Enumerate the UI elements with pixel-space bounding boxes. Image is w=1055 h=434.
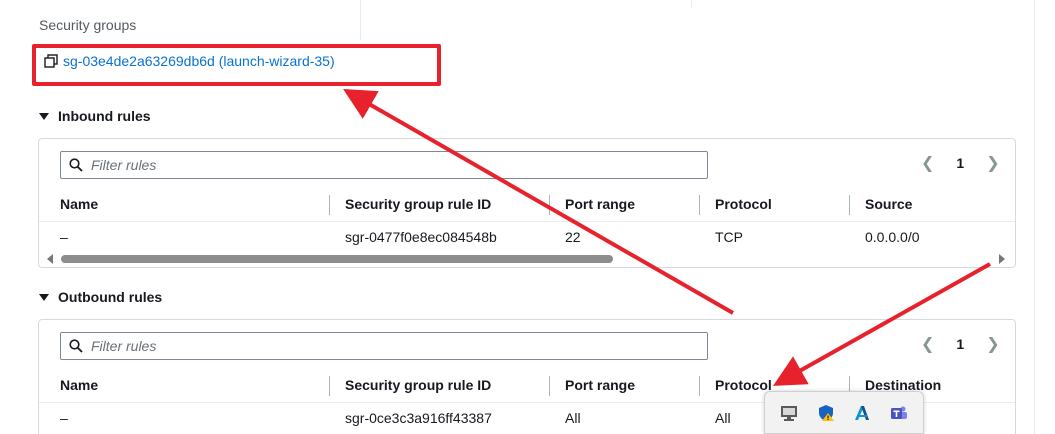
chevron-right-icon[interactable]: ❯ xyxy=(986,334,999,354)
column-divider xyxy=(691,0,692,8)
outbound-filter-input[interactable] xyxy=(91,338,671,354)
column-header-name[interactable]: Name xyxy=(60,196,98,212)
column-header-protocol[interactable]: Protocol xyxy=(715,377,772,393)
inbound-filter-input[interactable] xyxy=(91,157,671,173)
column-header-rule-id[interactable]: Security group rule ID xyxy=(345,196,491,212)
inbound-rules-panel: ❮ 1 ❯ Name Security group rule ID Port r… xyxy=(38,138,1016,268)
security-groups-label: Security groups xyxy=(39,17,137,33)
inbound-pagination: ❮ 1 ❯ xyxy=(921,153,1000,173)
system-tray-popup xyxy=(764,391,924,434)
column-header-protocol[interactable]: Protocol xyxy=(715,196,772,212)
column-divider[interactable] xyxy=(329,195,330,215)
display-icon[interactable] xyxy=(778,402,800,424)
chevron-right-icon[interactable]: ❯ xyxy=(986,153,999,173)
autodesk-icon[interactable] xyxy=(851,402,873,424)
page-number[interactable]: 1 xyxy=(956,336,964,352)
outbound-filter-box[interactable] xyxy=(60,332,708,360)
cell-protocol: TCP xyxy=(715,229,743,245)
column-header-port-range[interactable]: Port range xyxy=(565,377,635,393)
cell-port-range: All xyxy=(565,410,581,426)
defender-shield-icon[interactable] xyxy=(815,402,837,424)
cell-protocol: All xyxy=(715,410,731,426)
cell-rule-id: sgr-0ce3c3a916ff43387 xyxy=(345,410,492,426)
inbound-rules-header[interactable]: Inbound rules xyxy=(39,108,151,124)
column-divider[interactable] xyxy=(699,195,700,215)
cell-port-range: 22 xyxy=(565,229,581,245)
chevron-left-icon[interactable]: ❮ xyxy=(921,153,934,173)
column-divider xyxy=(1034,0,1035,434)
inbound-table-header: Name Security group rule ID Port range P… xyxy=(39,188,1015,222)
scrollbar-thumb[interactable] xyxy=(61,255,613,263)
caret-down-icon xyxy=(39,112,49,120)
security-group-link-text[interactable]: sg-03e4de2a63269db6d (launch-wizard-35) xyxy=(63,53,335,69)
cell-source: 0.0.0.0/0 xyxy=(865,229,920,245)
column-divider[interactable] xyxy=(549,376,550,396)
column-header-source[interactable]: Source xyxy=(865,196,912,212)
inbound-rules-title: Inbound rules xyxy=(58,108,151,124)
cell-name: – xyxy=(60,410,68,426)
page-number[interactable]: 1 xyxy=(956,155,964,171)
column-header-name[interactable]: Name xyxy=(60,377,98,393)
column-divider[interactable] xyxy=(549,195,550,215)
search-icon xyxy=(69,158,83,172)
column-header-port-range[interactable]: Port range xyxy=(565,196,635,212)
column-divider[interactable] xyxy=(329,376,330,396)
security-group-link[interactable]: sg-03e4de2a63269db6d (launch-wizard-35) xyxy=(44,53,335,69)
search-icon xyxy=(69,339,83,353)
outbound-pagination: ❮ 1 ❯ xyxy=(921,334,1000,354)
column-header-rule-id[interactable]: Security group rule ID xyxy=(345,377,491,393)
outbound-rules-title: Outbound rules xyxy=(58,289,163,305)
column-divider xyxy=(360,0,361,40)
scroll-left-arrow-icon[interactable] xyxy=(47,254,53,264)
copy-icon[interactable] xyxy=(44,54,58,68)
caret-down-icon xyxy=(39,293,49,301)
horizontal-scrollbar[interactable] xyxy=(39,252,1015,266)
cell-rule-id: sgr-0477f0e8ec084548b xyxy=(345,229,497,245)
cell-name: – xyxy=(60,229,68,245)
inbound-filter-box[interactable] xyxy=(60,151,708,179)
chevron-left-icon[interactable]: ❮ xyxy=(921,334,934,354)
scroll-right-arrow-icon[interactable] xyxy=(999,254,1005,264)
teams-icon[interactable] xyxy=(888,402,910,424)
column-divider[interactable] xyxy=(699,376,700,396)
column-divider[interactable] xyxy=(849,195,850,215)
outbound-rules-header[interactable]: Outbound rules xyxy=(39,289,162,305)
